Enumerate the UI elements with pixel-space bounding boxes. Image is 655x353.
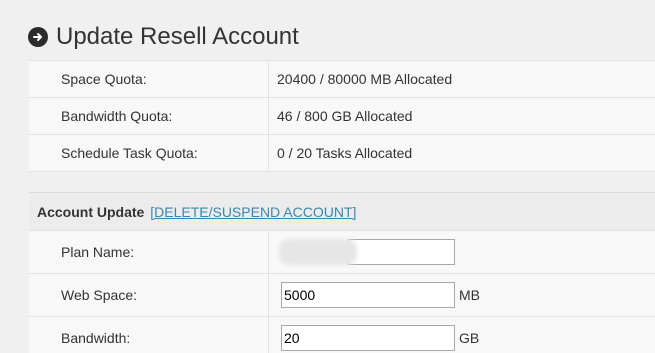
- quota-table: Space Quota: 20400 / 80000 MB Allocated …: [29, 60, 655, 172]
- page-title: Update Resell Account: [28, 22, 299, 52]
- web-space-input[interactable]: [281, 282, 455, 308]
- web-space-cell: MB: [269, 274, 480, 316]
- bandwidth-quota-label: Bandwidth Quota:: [29, 98, 269, 134]
- bandwidth-cell: GB: [269, 317, 479, 353]
- bandwidth-quota-value: 46 / 800 GB Allocated: [277, 108, 413, 124]
- space-quota-label: Space Quota:: [29, 61, 269, 97]
- schedule-task-quota-value: 0 / 20 Tasks Allocated: [277, 145, 413, 161]
- plan-name-cell: [269, 231, 455, 273]
- web-space-row: Web Space: MB: [29, 274, 655, 317]
- bandwidth-label: Bandwidth:: [29, 317, 269, 353]
- account-update-heading: Account Update: [37, 204, 145, 220]
- web-space-label: Web Space:: [29, 274, 269, 316]
- page-title-text: Update Resell Account: [56, 23, 299, 50]
- bandwidth-unit: GB: [459, 330, 480, 346]
- schedule-task-quota-row: Schedule Task Quota: 0 / 20 Tasks Alloca…: [29, 135, 655, 172]
- space-quota-row: Space Quota: 20400 / 80000 MB Allocated: [29, 61, 655, 98]
- account-update-table: Account Update [DELETE/SUSPEND ACCOUNT] …: [29, 192, 655, 353]
- plan-name-label: Plan Name:: [29, 231, 269, 273]
- bandwidth-row: Bandwidth: GB: [29, 317, 655, 353]
- bandwidth-input[interactable]: [281, 325, 455, 351]
- account-update-header: Account Update [DELETE/SUSPEND ACCOUNT]: [29, 193, 655, 231]
- redacted-plan-name: [279, 239, 357, 265]
- plan-name-input[interactable]: [348, 239, 455, 265]
- bandwidth-quota-row: Bandwidth Quota: 46 / 800 GB Allocated: [29, 98, 655, 135]
- plan-name-row: Plan Name:: [29, 231, 655, 274]
- web-space-unit: MB: [459, 287, 480, 303]
- space-quota-value: 20400 / 80000 MB Allocated: [277, 71, 453, 87]
- arrow-circle-right-icon: [28, 27, 48, 47]
- delete-suspend-account-link[interactable]: [DELETE/SUSPEND ACCOUNT]: [150, 204, 356, 220]
- schedule-task-quota-label: Schedule Task Quota:: [29, 135, 269, 171]
